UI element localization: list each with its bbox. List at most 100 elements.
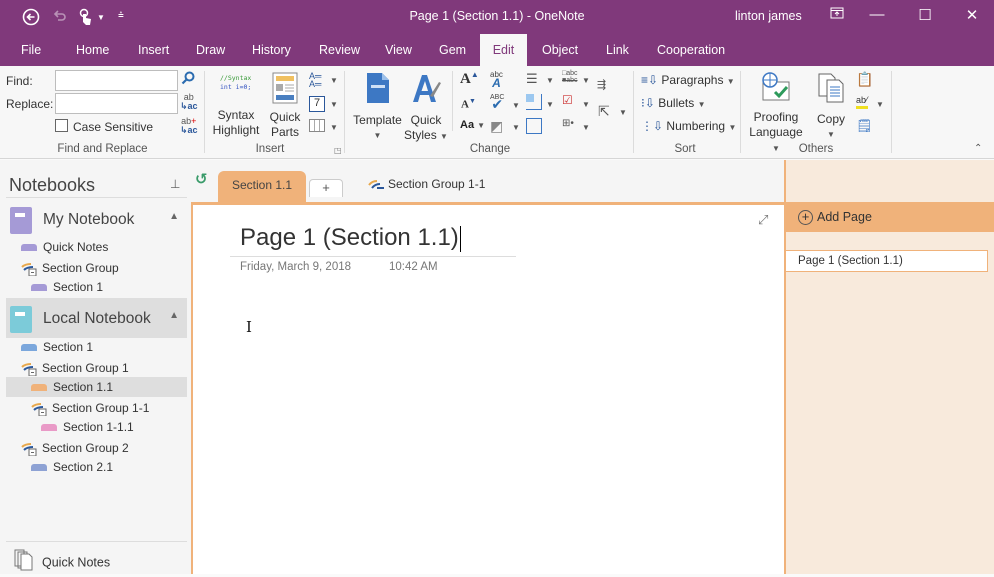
quick-parts-button[interactable]: Quick Parts — [266, 72, 304, 140]
align-icon[interactable]: ☰ — [526, 71, 538, 87]
change-case-icon[interactable]: Aa ▼ — [460, 119, 485, 131]
tab-link[interactable]: Link — [600, 34, 635, 66]
notebook-local-notebook[interactable]: Local Notebook ▲ — [6, 298, 187, 338]
syntax-highlight-button[interactable]: //Syntax int i=0; Syntax Highlight — [208, 74, 264, 138]
insert-date-icon[interactable]: 7 — [309, 96, 325, 112]
user-name[interactable]: linton james — [735, 9, 802, 23]
proofing-label-1: Proofing — [753, 110, 799, 124]
section-tab-active[interactable]: Section 1.1 — [218, 171, 306, 202]
minimize-icon[interactable]: — — [862, 6, 892, 23]
section-item[interactable]: Section 1 — [21, 337, 93, 357]
spell-check-icon[interactable]: ABC ✔ — [490, 94, 504, 111]
tab-draw[interactable]: Draw — [190, 34, 231, 66]
grow-font-icon[interactable]: A▲ — [460, 70, 479, 88]
section-item[interactable]: Section 2.1 — [31, 457, 113, 477]
section-group-item[interactable]: Section Group 1 — [21, 358, 129, 378]
ribbon-tabs: File Home Insert Draw History Review Vie… — [0, 34, 994, 66]
tab-file[interactable]: File — [15, 34, 47, 66]
section-tab-icon — [31, 284, 47, 292]
section-item[interactable]: Section 1 — [31, 277, 103, 297]
section-item-selected[interactable]: Section 1.1 — [6, 377, 187, 397]
tab-gem[interactable]: Gem — [433, 34, 472, 66]
navigate-back-icon[interactable]: ↺ — [195, 170, 208, 188]
pin-icon[interactable]: ⊥ — [170, 177, 180, 191]
highlight-icon[interactable]: ab⁄ — [856, 94, 868, 109]
strikethrough-icon[interactable]: □abc ■abc — [562, 70, 578, 84]
quick-styles-button[interactable]: Quick Styles ▼ — [404, 72, 448, 144]
find-label: Find: — [6, 74, 33, 88]
find-input[interactable] — [55, 70, 178, 91]
checkbox-tag-icon[interactable]: ☑ — [562, 93, 573, 107]
collapse-ribbon-icon[interactable]: ⌃ — [974, 143, 982, 154]
sort-bullets-button[interactable]: ⁝⇩ Bullets ▼ — [641, 96, 706, 110]
case-sensitive-label: Case Sensitive — [73, 120, 154, 134]
case-sensitive-checkbox[interactable] — [55, 119, 68, 132]
shrink-font-icon[interactable]: A▼ — [461, 97, 476, 111]
copy-button[interactable]: Copy ▼ — [812, 72, 850, 142]
section-tab-icon — [41, 424, 57, 432]
columns-icon[interactable]: ⇶ — [597, 78, 606, 91]
page-title[interactable]: Page 1 (Section 1.1) — [240, 224, 461, 252]
syntax-label-1: Syntax — [217, 108, 255, 122]
format-painter-icon[interactable]: ◩ — [490, 118, 503, 135]
notebook-my-notebook[interactable]: My Notebook ▲ — [6, 199, 187, 239]
maximize-icon[interactable]: ☐ — [910, 6, 940, 24]
quick-parts-label-1: Quick — [269, 110, 301, 124]
page-list-item[interactable]: Page 1 (Section 1.1) — [784, 250, 988, 272]
page-time: 10:42 AM — [389, 261, 438, 273]
notebooks-sidebar: Notebooks ⊥ My Notebook ▲ Quick Notes Se… — [0, 160, 191, 574]
quick-notes-footer[interactable]: Quick Notes — [14, 549, 110, 571]
section-quick-notes[interactable]: Quick Notes — [21, 237, 108, 257]
template-button[interactable]: Template ▼ — [350, 72, 405, 143]
tab-home[interactable]: Home — [70, 34, 115, 66]
quick-notes-icon — [14, 549, 34, 577]
spelling-icon[interactable]: abc A — [490, 70, 503, 89]
notebook-label: Local Notebook — [43, 310, 151, 327]
tab-history[interactable]: History — [246, 34, 297, 66]
template-label: Template — [353, 113, 402, 127]
quick-parts-icon — [272, 72, 298, 104]
document-check-icon[interactable]: 🗒 — [856, 118, 873, 134]
expand-page-icon[interactable]: ⤢ — [758, 212, 768, 228]
proofing-label-2: Language — [749, 125, 803, 139]
tab-cooperation[interactable]: Cooperation — [651, 34, 731, 66]
replace-all-icon[interactable]: ab+ ↳ac — [180, 117, 198, 135]
paragraphs-icon: ≡⇩ — [641, 73, 659, 87]
tab-insert[interactable]: Insert — [132, 34, 175, 66]
section-item[interactable]: Section 1-1.1 — [41, 417, 134, 437]
add-page-button[interactable]: + Add Page — [784, 205, 994, 232]
pages-pane: + Add Page Page 1 (Section 1.1) — [784, 160, 994, 574]
search-icon[interactable] — [181, 71, 195, 88]
date-format-icon[interactable]: A═ A═ — [309, 72, 321, 89]
collapse-icon[interactable]: ▲ — [169, 211, 179, 222]
replace-input[interactable] — [55, 93, 178, 114]
template-icon — [366, 73, 389, 103]
tab-object[interactable]: Object — [536, 34, 584, 66]
page-canvas[interactable] — [191, 160, 785, 574]
close-icon[interactable]: ✕ — [957, 6, 987, 24]
collapse-icon[interactable]: ▲ — [169, 310, 179, 321]
add-section-tab[interactable]: + — [309, 179, 343, 197]
select-icon[interactable]: ⇱ — [598, 103, 610, 120]
section-group-tab[interactable]: Section Group 1-1 — [368, 177, 485, 192]
tab-view[interactable]: View — [379, 34, 418, 66]
section-tab-icon — [21, 344, 37, 352]
outline-icon[interactable]: ⊞• — [562, 118, 574, 129]
replace-icon[interactable]: ab ↳ac — [180, 93, 198, 111]
paste-icon[interactable]: 📋 — [856, 71, 873, 88]
section-group-item[interactable]: Section Group — [21, 258, 119, 278]
quick-styles-label-2: Styles — [404, 128, 437, 142]
ribbon-display-options-icon[interactable] — [822, 6, 852, 23]
insert-dialog-launcher-icon[interactable]: ◳ — [334, 146, 342, 155]
notebooks-title: Notebooks — [9, 175, 96, 195]
sort-paragraphs-button[interactable]: ≡⇩ Paragraphs ▼ — [641, 73, 735, 87]
box-icon[interactable] — [526, 118, 542, 134]
tab-review[interactable]: Review — [313, 34, 366, 66]
sort-numbering-button[interactable]: ⋮⇩ Numbering ▼ — [641, 119, 736, 133]
section-group-item[interactable]: Section Group 2 — [21, 438, 129, 458]
insert-table-icon[interactable] — [309, 119, 325, 132]
numbered-list-icon[interactable] — [526, 94, 542, 110]
tab-edit[interactable]: Edit — [480, 34, 527, 66]
section-group-item[interactable]: Section Group 1-1 — [31, 398, 149, 418]
group-label-find-replace: Find and Replace — [57, 143, 148, 155]
